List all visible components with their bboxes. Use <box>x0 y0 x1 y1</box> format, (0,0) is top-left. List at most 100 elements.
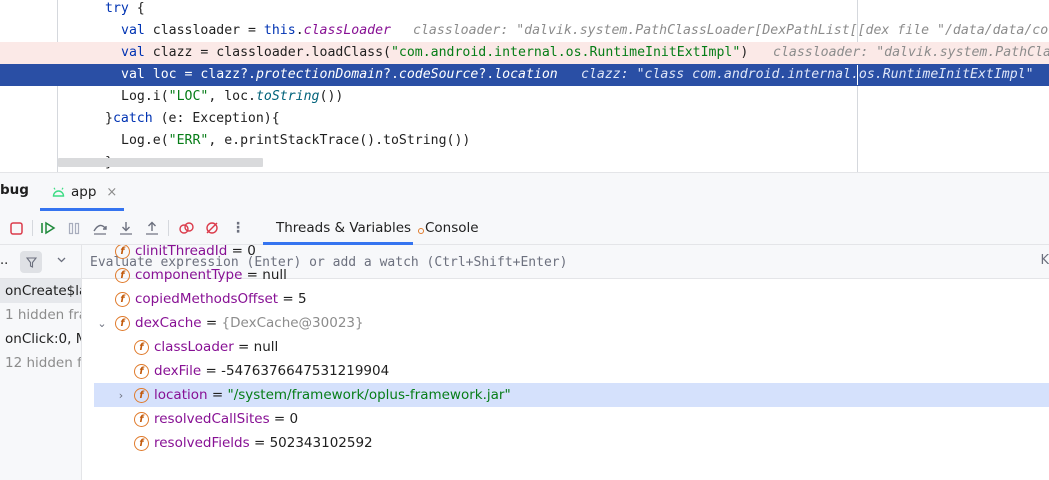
code-text: clazz = classloader.loadClass( <box>144 45 391 60</box>
session-tab-app[interactable]: app × <box>52 173 117 211</box>
variable-row-resolvedCallSites[interactable]: f resolvedCallSites = 0 <box>82 407 1049 431</box>
variable-name: dexCache <box>135 315 202 331</box>
field-ref: codeSource <box>398 67 479 82</box>
variable-row-dexFile[interactable]: f dexFile = -5476376647531219904 <box>82 359 1049 383</box>
close-icon[interactable]: × <box>106 185 117 200</box>
variable-value: null <box>253 339 279 355</box>
step-over-icon[interactable] <box>90 218 110 238</box>
variable-equals: = <box>207 387 228 403</box>
field-ref: location <box>494 67 558 82</box>
keyword-try: try <box>105 1 129 16</box>
code-line-log-e[interactable]: Log.e("ERR", e.printStackTrace().toStrin… <box>0 130 1049 152</box>
field-icon: f <box>134 339 149 355</box>
code-line-loc-execution-point[interactable]: val loc = clazz?.protectionDomain?.codeS… <box>0 64 1049 86</box>
code-text: ?. <box>383 67 399 82</box>
variable-row-classLoader[interactable]: f classLoader = null <box>82 335 1049 359</box>
frame-item-hidden[interactable]: 1 hidden fra <box>0 303 81 327</box>
variable-row-clinitThreadId[interactable]: f clinitThreadId = 0 <box>82 245 1049 263</box>
expand-chevron-icon[interactable]: › <box>114 389 128 402</box>
code-text: classloader = <box>144 23 264 38</box>
text-caret <box>857 65 858 85</box>
code-text: ) <box>740 45 749 60</box>
variable-value: 5 <box>298 291 307 307</box>
field-ref: classLoader <box>303 23 391 38</box>
variable-equals: = <box>278 291 299 307</box>
console-icon <box>418 228 424 234</box>
field-icon: f <box>134 387 149 403</box>
code-line-log-i[interactable]: Log.i("LOC", loc.toString()) <box>0 86 1049 108</box>
filter-icon[interactable] <box>20 251 42 273</box>
chevron-down-icon[interactable] <box>56 254 67 269</box>
step-out-icon[interactable] <box>142 218 162 238</box>
code-text: ()) <box>319 89 344 104</box>
field-icon: f <box>134 411 149 427</box>
stop-icon[interactable] <box>6 218 26 238</box>
brace: { <box>128 1 145 16</box>
variable-equals: = <box>242 267 263 283</box>
frame-item[interactable]: onCreate$la <box>0 279 81 303</box>
field-icon: f <box>115 315 130 331</box>
tab-threads-variables[interactable]: Threads & Variables <box>276 211 411 245</box>
variable-value: 502343102592 <box>269 435 373 451</box>
horizontal-scrollbar-thumb[interactable] <box>58 158 263 167</box>
variable-name: location <box>154 387 208 403</box>
variable-row-dexCache[interactable]: ⌄ f dexCache = {DexCache@30023} <box>82 311 1049 335</box>
thread-selector-overflow[interactable]: .. <box>0 253 8 268</box>
code-line-classloader[interactable]: val classloader = this.classLoader class… <box>0 20 1049 42</box>
code-text: , loc. <box>208 89 256 104</box>
frame-item[interactable]: onClick:0, M <box>0 327 81 351</box>
code-text: Log.e( <box>121 133 169 148</box>
string-literal: "LOC" <box>168 89 209 104</box>
frames-toolbar: .. <box>0 245 81 279</box>
more-icon[interactable]: ⋮ <box>228 218 248 238</box>
keyword-val: val <box>121 23 145 38</box>
code-text: Log.i( <box>121 89 169 104</box>
keyword-val: val <box>121 45 145 60</box>
session-tab-label: app <box>71 184 97 200</box>
variable-row-copiedMethodsOffset[interactable]: f copiedMethodsOffset = 5 <box>82 287 1049 311</box>
inline-debug-value: clazz: "class com.android.internal.os.Ru… <box>581 67 1034 82</box>
code-editor[interactable]: try { val classloader = this.classLoader… <box>0 0 1049 172</box>
tab-label: Threads & Variables <box>276 220 412 236</box>
variable-row-resolvedFields[interactable]: f resolvedFields = 502343102592 <box>82 431 1049 455</box>
inline-debug-value: classloader: "dalvik.system.PathClassLoa… <box>413 23 1049 38</box>
code-line-catch[interactable]: }catch (e: Exception){ <box>0 108 1049 130</box>
tool-window-title: bug <box>0 182 29 198</box>
variable-equals: = <box>227 245 248 259</box>
frame-item-hidden[interactable]: 12 hidden fr <box>0 351 81 375</box>
variable-value: -5476376647531219904 <box>221 363 390 379</box>
variable-row-componentType[interactable]: f componentType = null <box>82 263 1049 287</box>
keyword-val: val <box>121 67 145 82</box>
string-literal: "ERR" <box>168 133 209 148</box>
tab-label: Console <box>425 220 479 236</box>
mute-breakpoints-icon[interactable] <box>202 218 222 238</box>
code-line-clazz[interactable]: val clazz = classloader.loadClass("com.a… <box>0 42 1049 64</box>
step-into-icon[interactable] <box>116 218 136 238</box>
pause-icon[interactable] <box>64 218 84 238</box>
field-icon: f <box>115 245 130 259</box>
keyword-catch: catch <box>112 111 153 126</box>
field-icon: f <box>115 267 130 283</box>
code-text: (e: Exception){ <box>152 111 280 126</box>
view-breakpoints-icon[interactable] <box>176 218 196 238</box>
variable-name: clinitThreadId <box>135 245 228 259</box>
variable-equals: = <box>249 435 270 451</box>
variable-equals: = <box>201 363 222 379</box>
field-icon: f <box>115 291 130 307</box>
debug-tool-window: bug app × ⋮ Threads & Variables Console … <box>0 172 1049 480</box>
variable-row-location[interactable]: › f location = "/system/framework/oplus-fr… <box>94 383 1049 407</box>
variable-value: 0 <box>289 411 299 427</box>
code-text: . <box>295 23 304 38</box>
field-icon: f <box>134 363 149 379</box>
code-line-try[interactable]: try { <box>0 0 1049 20</box>
field-ref: protectionDomain <box>255 67 384 82</box>
toolbar-separator <box>168 220 169 236</box>
variable-equals: = <box>201 315 222 331</box>
expand-chevron-icon[interactable]: ⌄ <box>95 317 109 330</box>
code-text: , e.printStackTrace().toString()) <box>208 133 471 148</box>
variable-name: resolvedFields <box>154 435 250 451</box>
variable-equals: = <box>233 339 254 355</box>
resume-icon[interactable] <box>38 218 58 238</box>
variable-value: {DexCache@30023} <box>221 315 364 331</box>
tab-console[interactable]: Console <box>418 211 479 245</box>
